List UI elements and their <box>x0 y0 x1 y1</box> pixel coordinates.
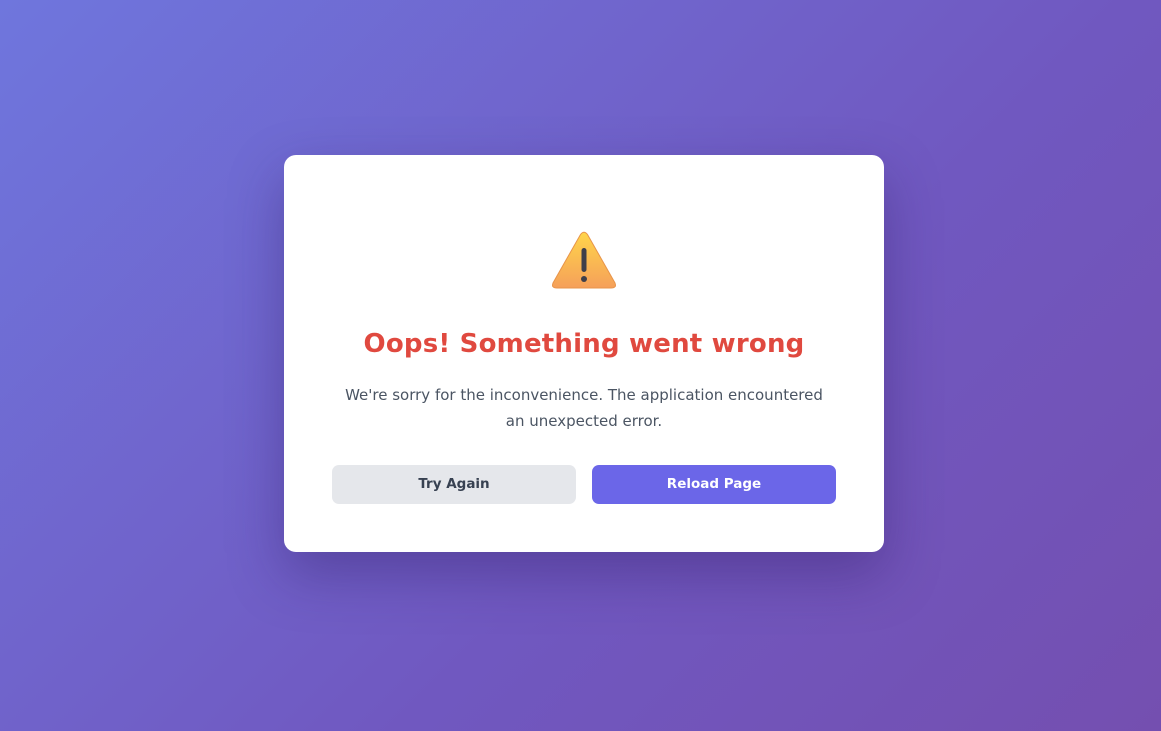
error-dialog: Oops! Something went wrong We're sorry f… <box>284 155 884 552</box>
error-message: We're sorry for the inconvenience. The a… <box>345 386 823 430</box>
try-again-button[interactable]: Try Again <box>332 465 576 504</box>
warning-triangle-icon <box>552 231 616 289</box>
reload-page-button[interactable]: Reload Page <box>592 465 836 504</box>
error-title: Oops! Something went wrong <box>363 329 805 359</box>
